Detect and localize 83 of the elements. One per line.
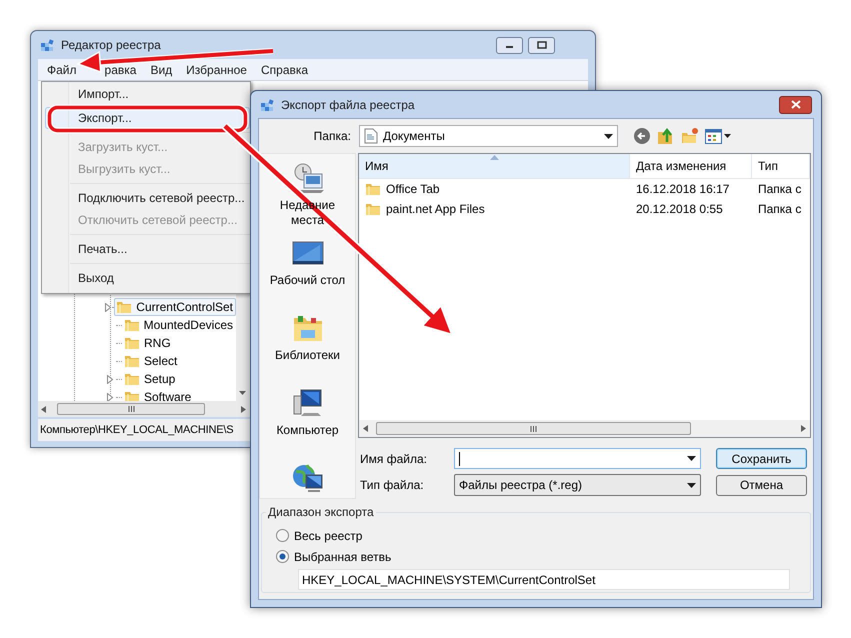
folder-icon	[124, 371, 140, 387]
table-cell-text: Папка с	[757, 181, 802, 198]
back-icon[interactable]	[633, 127, 651, 145]
dropdown-caret-icon	[687, 482, 696, 488]
grip-icon	[530, 426, 537, 432]
grip-icon	[128, 406, 134, 412]
folder-icon	[124, 353, 140, 369]
folder-icon	[116, 299, 132, 315]
menu-item[interactable]: Вид	[150, 60, 172, 78]
file-name-field[interactable]	[454, 448, 701, 469]
folder-icon	[365, 201, 381, 217]
view-grid-icon	[705, 128, 722, 144]
close-icon	[790, 100, 800, 109]
recent-places-icon[interactable]	[292, 162, 324, 194]
window-title: Редактор реестра	[61, 37, 161, 54]
sort-arrow-icon	[490, 155, 499, 160]
column-header[interactable]: Имя	[359, 154, 630, 178]
close-button[interactable]	[779, 96, 812, 114]
computer-icon[interactable]	[292, 387, 324, 419]
minimize-button[interactable]	[496, 36, 523, 54]
menu-item[interactable]: Подключить сетевой реестр...	[45, 187, 250, 209]
branch-path-field[interactable]: HKEY_LOCAL_MACHINE\SYSTEM\CurrentControlSet	[298, 569, 790, 590]
dialog-title: Экспорт файла реестра	[281, 96, 415, 114]
place-link[interactable]: Библиотеки	[262, 348, 352, 363]
dropdown-caret-icon	[604, 134, 613, 138]
menu-item[interactable]: Избранное	[186, 60, 247, 78]
new-folder-icon[interactable]	[681, 127, 699, 145]
maximize-icon	[536, 41, 546, 49]
table-cell[interactable]: paint.net App Files	[359, 200, 630, 218]
folder-combo[interactable]: Документы	[359, 125, 618, 147]
scrollbar-thumb[interactable]	[57, 403, 205, 415]
menu-item[interactable]: Файл	[47, 60, 77, 78]
document-icon	[364, 128, 378, 144]
folder-icon	[124, 317, 140, 333]
folder-icon	[365, 181, 381, 197]
group-title: Диапазон экспорта	[267, 504, 375, 521]
menu-item[interactable]: Справка	[260, 60, 308, 78]
table-cell[interactable]: Office Tab	[359, 180, 630, 198]
tree-item[interactable]: Select	[122, 352, 180, 370]
expand-icon[interactable]	[106, 374, 114, 384]
dialog-button[interactable]: Сохранить	[716, 448, 807, 469]
globe-computer-icon[interactable]	[292, 462, 324, 494]
tree-item[interactable]: RNG	[122, 334, 174, 352]
file-type-dropdown[interactable]: Файлы реестра (*.reg)	[454, 474, 701, 496]
registry-icon	[39, 37, 55, 53]
tree-item[interactable]: MountedDevices	[122, 316, 236, 334]
place-link[interactable]: Компьютер	[262, 423, 352, 438]
views-button[interactable]	[705, 128, 731, 144]
horizontal-scrollbar[interactable]	[38, 401, 249, 417]
folder-icon	[124, 335, 140, 351]
menu-item[interactable]: Импорт...	[45, 83, 250, 104]
menu-item[interactable]: равка	[104, 60, 136, 78]
scroll-left-icon[interactable]	[41, 406, 46, 412]
scrollbar-thumb[interactable]	[376, 422, 691, 435]
table-cell-text: 20.12.2018 0:55	[635, 201, 724, 218]
tree-item[interactable]: Setup	[122, 370, 178, 388]
folder-label: Папка:	[312, 128, 351, 145]
registry-icon	[259, 96, 275, 112]
scroll-left-icon[interactable]	[363, 425, 368, 432]
scroll-right-icon[interactable]	[241, 406, 246, 412]
tree-item[interactable]: CurrentControlSet	[114, 298, 236, 316]
field-label: Тип файла:	[359, 477, 425, 494]
table-cell-text: Папка с	[757, 201, 802, 218]
dropdown-caret-icon	[687, 456, 696, 461]
maximize-button[interactable]	[528, 36, 555, 54]
place-link[interactable]: Рабочий стол	[262, 273, 352, 288]
radio-label: Весь реестр	[294, 528, 362, 544]
menu-item[interactable]: Выход	[45, 267, 250, 289]
scroll-down-icon[interactable]	[239, 391, 246, 396]
scroll-right-icon[interactable]	[801, 425, 806, 432]
radio-button[interactable]	[276, 529, 289, 542]
field-label: Имя файла:	[359, 450, 428, 468]
radio-label: Выбранная ветвь	[294, 548, 392, 566]
radio-button[interactable]	[276, 550, 289, 563]
up-folder-icon[interactable]	[657, 127, 675, 145]
table-cell-text: 16.12.2018 16:17	[635, 181, 730, 198]
dialog-button[interactable]: Отмена	[716, 474, 807, 496]
status-text: Компьютер\HKEY_LOCAL_MACHINE\S	[40, 422, 234, 438]
expand-icon[interactable]	[104, 302, 112, 312]
horizontal-scrollbar[interactable]	[359, 420, 810, 437]
menu-item[interactable]: Печать...	[45, 238, 250, 260]
dropdown-caret-icon	[724, 134, 731, 138]
expand-icon[interactable]	[106, 392, 114, 401]
